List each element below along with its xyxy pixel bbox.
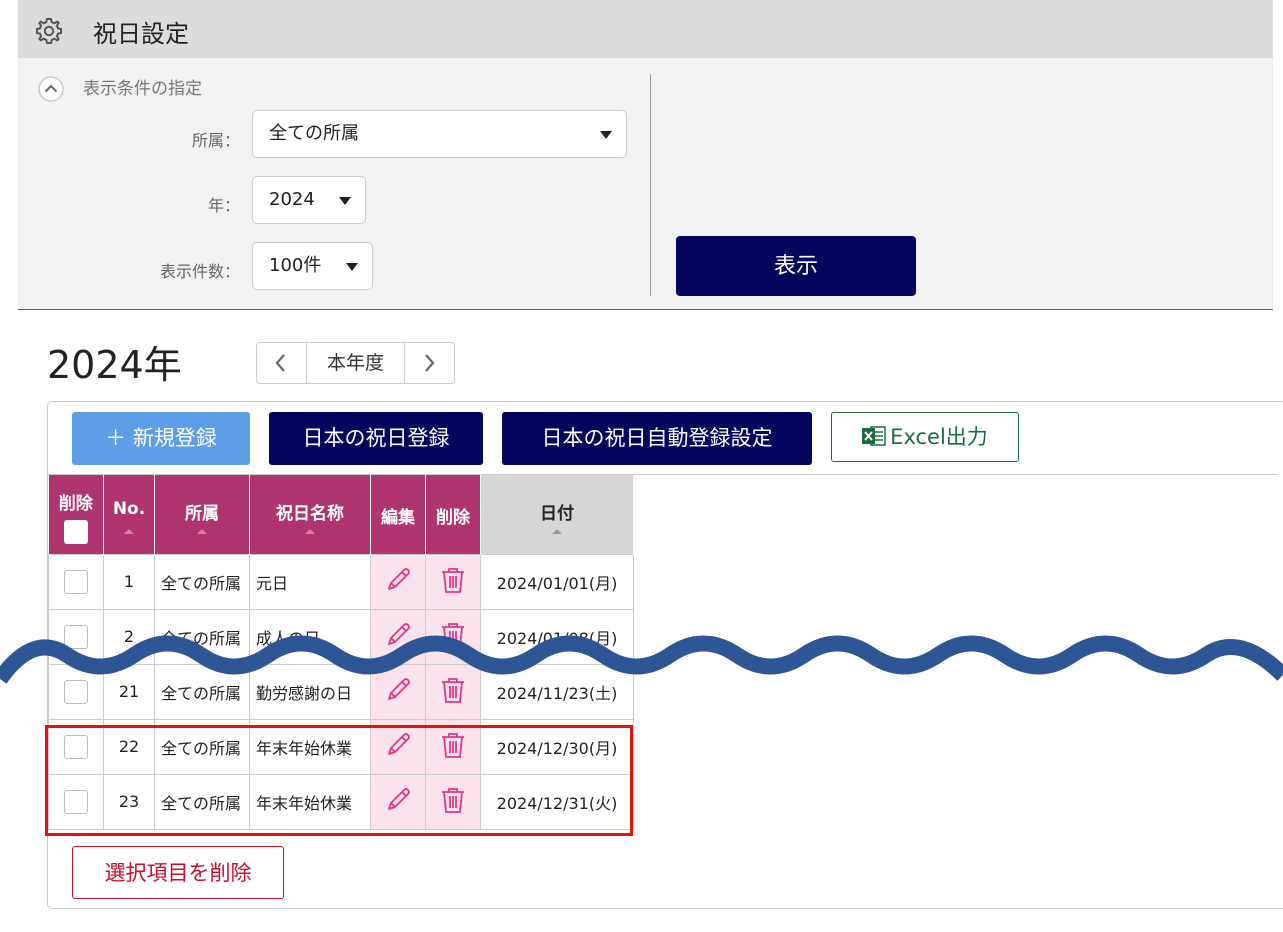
row-checkbox[interactable] — [64, 569, 88, 594]
edit-button[interactable] — [370, 553, 426, 610]
column-header-date-label: 日付 — [540, 504, 574, 524]
pencil-icon — [388, 787, 410, 810]
caret-down-icon — [600, 131, 612, 139]
year-select-value: 2024 — [269, 189, 315, 210]
collapse-toggle-icon[interactable] — [38, 76, 64, 102]
row-checkbox[interactable] — [64, 734, 88, 759]
new-register-button[interactable]: ＋ 新規登録 — [72, 412, 250, 465]
year-label: 年： — [207, 196, 240, 215]
pencil-icon — [388, 567, 410, 590]
divider — [650, 74, 651, 296]
column-header-no-label: No. — [112, 499, 146, 519]
cell-affiliation: 全ての所属 — [154, 553, 250, 610]
display-count-select[interactable]: 100件 — [252, 242, 373, 290]
trash-icon — [442, 732, 464, 758]
cell-no: 1 — [103, 553, 155, 610]
excel-export-button[interactable]: Excel出力 — [831, 412, 1019, 462]
table-row: 1 全ての所属 元日 2024/01/01(月) — [48, 553, 634, 610]
column-header-holiday-name-label: 祝日名称 — [276, 504, 344, 524]
column-header-no[interactable]: No. — [103, 475, 155, 554]
column-header-delete: 削除 — [48, 475, 104, 554]
chevron-right-icon — [425, 354, 435, 372]
prev-year-button[interactable] — [257, 343, 306, 383]
select-all-checkbox[interactable] — [63, 520, 88, 544]
cell-no: 23 — [103, 773, 155, 830]
omission-wave-divider — [0, 635, 1283, 684]
row-select-cell — [48, 718, 104, 775]
column-header-delete-action-label: 削除 — [436, 508, 470, 528]
filter-panel-title: 表示条件の指定 — [83, 79, 202, 99]
page-title: 祝日設定 — [93, 20, 189, 48]
table-row: 22 全ての所属 年末年始休業 2024/12/30(月) — [48, 718, 634, 775]
delete-row-button[interactable] — [425, 553, 481, 610]
sort-caret-icon — [305, 528, 315, 534]
column-header-holiday-name[interactable]: 祝日名称 — [249, 475, 371, 554]
show-button[interactable]: 表示 — [676, 236, 916, 296]
column-header-delete-action: 削除 — [425, 475, 481, 554]
delete-row-button[interactable] — [425, 773, 481, 830]
affiliation-select-value: 全ての所属 — [269, 123, 359, 144]
column-header-date[interactable]: 日付 — [480, 475, 634, 554]
cell-affiliation: 全ての所属 — [154, 718, 250, 775]
next-year-button[interactable] — [405, 343, 454, 383]
delete-selected-button[interactable]: 選択項目を削除 — [72, 846, 284, 899]
row-select-cell — [48, 553, 104, 610]
edit-button[interactable] — [370, 718, 426, 775]
cell-no: 22 — [103, 718, 155, 775]
caret-down-icon — [339, 197, 351, 205]
delete-row-button[interactable] — [425, 718, 481, 775]
trash-icon — [442, 787, 464, 813]
sort-caret-icon — [552, 528, 562, 534]
current-fiscal-year-button[interactable]: 本年度 — [306, 343, 405, 383]
year-navigator: 本年度 — [256, 342, 455, 384]
affiliation-select[interactable]: 全ての所属 — [252, 110, 627, 158]
column-header-edit: 編集 — [370, 475, 426, 554]
column-header-affiliation-label: 所属 — [185, 504, 219, 524]
table-header-row: 削除 No. 所属 祝日名称 編集 削除 日付 — [48, 475, 634, 554]
excel-export-label: Excel出力 — [890, 425, 988, 449]
sort-caret-icon — [124, 528, 134, 534]
cell-affiliation: 全ての所属 — [154, 773, 250, 830]
cell-date: 2024/12/30(月) — [480, 718, 634, 775]
display-count-select-value: 100件 — [269, 255, 322, 276]
trash-icon — [442, 567, 464, 593]
row-checkbox[interactable] — [64, 789, 88, 814]
caret-down-icon — [346, 263, 358, 271]
edit-button[interactable] — [370, 773, 426, 830]
gear-icon — [36, 18, 62, 44]
excel-icon — [862, 426, 886, 446]
column-header-delete-label: 削除 — [58, 494, 93, 514]
sort-caret-icon — [197, 528, 207, 534]
affiliation-label: 所属： — [191, 131, 240, 150]
display-count-label: 表示件数： — [159, 262, 240, 281]
japan-holiday-register-button[interactable]: 日本の祝日登録 — [269, 412, 483, 465]
cell-holiday-name: 年末年始休業 — [249, 718, 371, 775]
row-select-cell — [48, 773, 104, 830]
column-header-edit-label: 編集 — [381, 508, 415, 528]
filter-panel: 表示条件の指定 所属： 全ての所属 年： 2024 表示件数： 100件 表示 — [18, 58, 1273, 310]
page-header: 祝日設定 — [18, 0, 1273, 58]
cell-holiday-name: 年末年始休業 — [249, 773, 371, 830]
pencil-icon — [388, 732, 410, 755]
column-header-affiliation[interactable]: 所属 — [154, 475, 250, 554]
cell-date: 2024/01/01(月) — [480, 553, 634, 610]
chevron-left-icon — [275, 354, 285, 372]
auto-register-settings-button[interactable]: 日本の祝日自動登録設定 — [502, 412, 812, 465]
year-heading: 2024年 — [47, 343, 182, 387]
cell-holiday-name: 元日 — [249, 553, 371, 610]
table-row: 23 全ての所属 年末年始休業 2024/12/31(火) — [48, 773, 634, 830]
year-select[interactable]: 2024 — [252, 176, 366, 224]
cell-date: 2024/12/31(火) — [480, 773, 634, 830]
